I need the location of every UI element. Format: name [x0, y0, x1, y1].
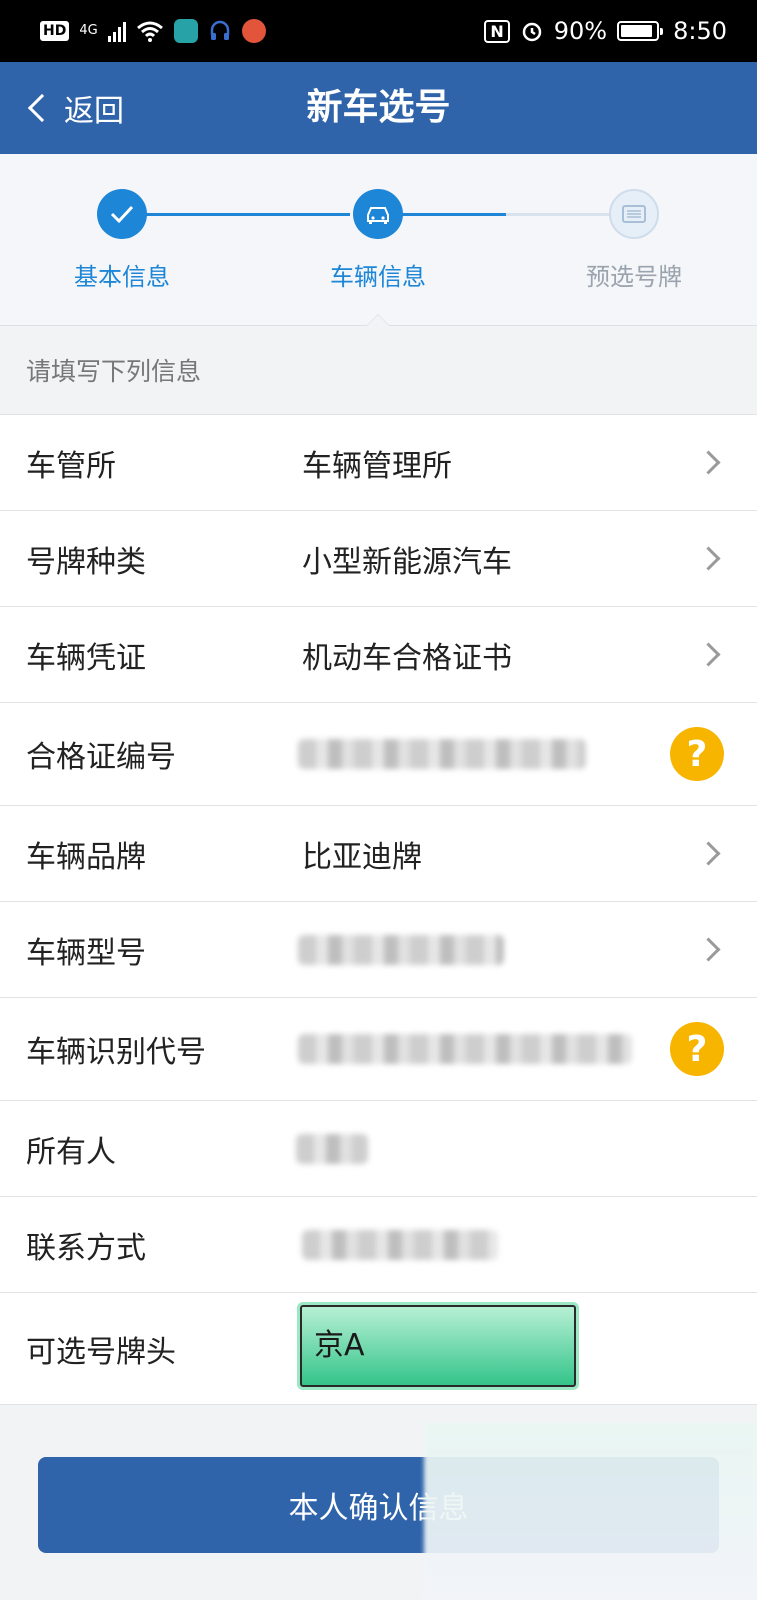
field-value: 比亚迪牌: [302, 839, 422, 875]
battery-percent: 90%: [553, 17, 608, 45]
field-label: 合格证编号: [26, 740, 176, 775]
row-vehicle-cert[interactable]: 车辆凭证 机动车合格证书: [0, 607, 757, 703]
contact-value: [302, 1229, 498, 1260]
nav-header: 返回 新车选号: [0, 62, 757, 154]
headset-icon: [210, 20, 229, 40]
status-bar: HD 4G N 90% 8:50: [0, 0, 757, 62]
field-value: 车辆管理所: [302, 448, 452, 484]
step-label: 基本信息: [74, 263, 170, 291]
app-notification-icon: [173, 19, 198, 43]
status-left: HD 4G: [40, 19, 266, 43]
active-step-notch: [366, 314, 390, 326]
field-label: 车辆识别代号: [26, 1035, 206, 1070]
row-plate-prefix[interactable]: 可选号牌头 京A: [0, 1293, 757, 1405]
alarm-icon: [522, 22, 541, 42]
car-icon: [353, 189, 403, 239]
app-notification-icon-2: [241, 19, 266, 43]
status-right: N 90% 8:50: [484, 17, 727, 45]
signal-icon: [107, 20, 126, 42]
chevron-right-icon: [696, 546, 721, 571]
field-label: 联系方式: [26, 1230, 146, 1266]
clock-time: 8:50: [673, 17, 727, 45]
step-label: 车辆信息: [330, 263, 426, 291]
row-contact: 联系方式: [0, 1197, 757, 1293]
field-label: 车辆型号: [26, 935, 146, 971]
wifi-icon: [136, 21, 163, 42]
battery-icon: [617, 21, 664, 41]
step-vehicle-info: 车辆信息: [288, 189, 468, 292]
chevron-right-icon: [696, 841, 721, 866]
help-icon[interactable]: ?: [670, 1022, 724, 1076]
nfc-icon: N: [484, 19, 510, 43]
plate-icon: [609, 189, 659, 239]
model-value: [298, 934, 504, 965]
field-value: 机动车合格证书: [302, 640, 512, 676]
field-label: 可选号牌头: [26, 1334, 176, 1370]
field-label: 车辆凭证: [26, 640, 146, 676]
row-brand[interactable]: 车辆品牌 比亚迪牌: [0, 806, 757, 902]
row-model[interactable]: 车辆型号: [0, 902, 757, 998]
chevron-right-icon: [696, 450, 721, 475]
help-icon[interactable]: ?: [670, 727, 724, 781]
field-value: 小型新能源汽车: [302, 544, 512, 580]
step-basic-info: 基本信息: [32, 189, 212, 292]
plate-prefix-option[interactable]: 京A: [300, 1305, 576, 1387]
vin-input[interactable]: [298, 1034, 632, 1064]
field-label: 所有人: [26, 1134, 116, 1170]
owner-value: [296, 1133, 368, 1164]
row-owner: 所有人: [0, 1101, 757, 1197]
cert-number-input[interactable]: [298, 739, 586, 769]
step-label: 预选号牌: [586, 263, 682, 291]
image-overlay: [424, 1423, 757, 1600]
page-title: 新车选号: [306, 87, 451, 128]
step-plate-select: 预选号牌: [544, 189, 724, 292]
field-label: 车辆品牌: [26, 839, 146, 875]
check-icon: [97, 189, 147, 239]
chevron-right-icon: [696, 642, 721, 667]
row-plate-type[interactable]: 号牌种类 小型新能源汽车: [0, 511, 757, 607]
field-label: 车管所: [26, 448, 116, 484]
hd-icon: HD: [40, 21, 70, 41]
row-vin[interactable]: 车辆识别代号 ?: [0, 998, 757, 1101]
chevron-right-icon: [696, 937, 721, 962]
vehicle-form: 车管所 车辆管理所 号牌种类 小型新能源汽车 车辆凭证 机动车合格证书 合格证编…: [0, 414, 757, 1405]
row-cert-number[interactable]: 合格证编号 ?: [0, 703, 757, 806]
section-label: 请填写下列信息: [26, 357, 202, 386]
field-label: 号牌种类: [26, 544, 146, 580]
row-dmv[interactable]: 车管所 车辆管理所: [0, 415, 757, 511]
progress-steps: 基本信息 车辆信息 预选号牌: [0, 154, 757, 326]
network-type: 4G: [79, 23, 98, 38]
